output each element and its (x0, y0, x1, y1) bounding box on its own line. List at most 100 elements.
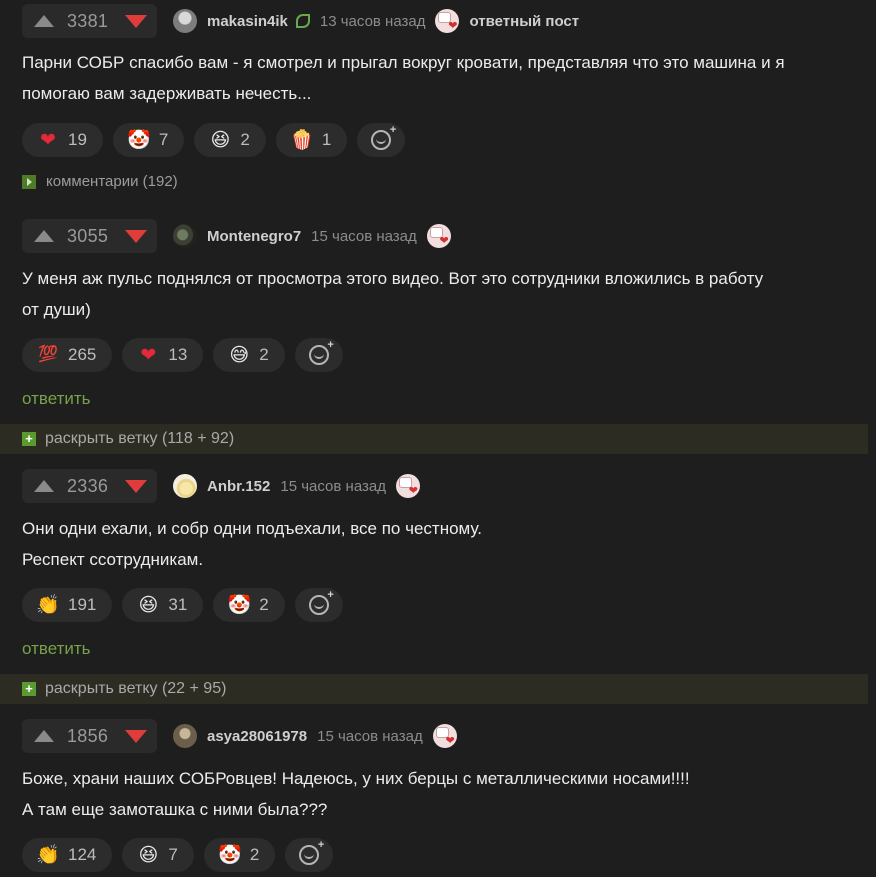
upvote-icon[interactable] (34, 730, 54, 742)
laughing-icon: 😆 (138, 594, 159, 616)
downvote-icon[interactable] (125, 229, 147, 243)
comment-text: Парни СОБР спасибо вам - я смотрел и пры… (22, 47, 852, 109)
reaction-clown[interactable]: 🤡 7 (112, 123, 185, 157)
reaction-laughing[interactable]: 😆 2 (194, 123, 266, 157)
timestamp: 15 часов назад (317, 727, 423, 745)
add-emoji-icon: + (299, 839, 324, 865)
upvote-icon[interactable] (34, 480, 54, 492)
heart-icon: ❤ (140, 344, 157, 366)
expand-branch-label: раскрыть ветку (118 + 92) (45, 430, 235, 447)
add-reaction-button[interactable]: + (285, 838, 334, 872)
timestamp: 15 часов назад (280, 477, 386, 495)
reaction-count: 265 (68, 345, 97, 364)
award-badge-icon[interactable]: ❤ (426, 224, 451, 248)
hundred-icon: 💯 (38, 346, 58, 363)
heart-icon: ❤ (40, 129, 56, 151)
comment-header: 2336 Anbr.152 15 часов назад ❤ (22, 469, 420, 503)
plus-icon: + (22, 432, 36, 446)
award-badge-icon[interactable]: ❤ (435, 9, 460, 33)
avatar[interactable] (173, 724, 197, 748)
reaction-count: 2 (259, 595, 269, 614)
comment-text-line: помогаю вам задерживать нечесть... (22, 84, 312, 103)
downvote-icon[interactable] (125, 729, 147, 743)
reaction-clapping[interactable]: 👏 124 (22, 838, 113, 872)
expand-icon (22, 174, 36, 189)
score: 1856 (67, 725, 109, 746)
popcorn-icon: 🍿 (290, 129, 314, 151)
clapping-icon: 👏 (36, 594, 60, 616)
expand-branch-button[interactable]: + раскрыть ветку (118 + 92) (0, 424, 868, 454)
clown-icon: 🤡 (127, 129, 151, 151)
plus-icon: + (22, 682, 36, 696)
reaction-count: 7 (158, 130, 169, 149)
reaction-count: 1 (321, 130, 332, 149)
reaction-hundred[interactable]: 💯 265 (22, 338, 113, 372)
downvote-icon[interactable] (125, 14, 147, 28)
reaction-popcorn[interactable]: 🍿 1 (275, 123, 348, 157)
score: 3381 (67, 10, 109, 31)
comment-text-line: А там еще замоташка с ними была??? (22, 800, 328, 819)
reaction-bar: ❤ 19 🤡 7 😆 2 🍿 1 + (22, 123, 406, 157)
reply-link[interactable]: ответить (22, 389, 91, 409)
score: 3055 (67, 225, 109, 246)
add-emoji-icon: + (371, 124, 396, 150)
avatar[interactable] (173, 9, 197, 33)
username[interactable]: Montenegro7 (207, 228, 301, 245)
leaf-icon (295, 14, 310, 28)
award-badge-icon[interactable]: ❤ (432, 724, 457, 748)
award-badge-icon[interactable]: ❤ (395, 474, 420, 498)
reaction-count: 19 (68, 130, 87, 149)
reaction-count: 31 (168, 595, 188, 614)
expand-branch-button[interactable]: + раскрыть ветку (22 + 95) (0, 674, 868, 704)
reaction-heart[interactable]: ❤ 13 (122, 338, 204, 372)
vote-box: 3055 (22, 219, 157, 253)
reaction-count: 13 (168, 345, 188, 364)
username[interactable]: makasin4ik (207, 13, 288, 30)
upvote-icon[interactable] (34, 15, 54, 27)
add-reaction-button[interactable]: + (294, 588, 343, 622)
reaction-clown[interactable]: 🤡 2 (213, 588, 285, 622)
reply-post-label[interactable]: ответный пост (469, 13, 579, 30)
vote-box: 1856 (22, 719, 157, 753)
clown-icon: 🤡 (227, 594, 252, 616)
username[interactable]: Anbr.152 (207, 478, 270, 495)
vote-box: 3381 (22, 4, 157, 38)
comment-text: У меня аж пульс поднялся от просмотра эт… (22, 263, 852, 325)
expand-branch-label: раскрыть ветку (22 + 95) (45, 680, 227, 697)
reaction-clapping[interactable]: 👏 191 (22, 588, 113, 622)
avatar[interactable] (173, 474, 197, 498)
comment-header: 3055 Montenegro7 15 часов назад ❤ (22, 219, 451, 253)
reaction-count: 7 (168, 845, 178, 864)
reply-link[interactable]: ответить (22, 639, 91, 659)
comment-text-line: от души) (22, 300, 91, 319)
comment-text-line: Они одни ехали, и собр одни подъехали, в… (22, 519, 482, 538)
add-emoji-icon: + (308, 339, 334, 365)
reaction-bar: 💯 265 ❤ 13 😅 2 + (22, 338, 343, 372)
clown-icon: 🤡 (218, 844, 242, 866)
score: 2336 (67, 475, 109, 496)
comment-text: Боже, храни наших СОБРовцев! Надеюсь, у … (22, 763, 852, 825)
reaction-laughing[interactable]: 😆 31 (122, 588, 204, 622)
comments-link[interactable]: комментарии (192) (22, 173, 178, 190)
comment-header: 3381 makasin4ik 13 часов назад ❤ ответны… (22, 4, 579, 38)
comments-count-label: комментарии (192) (46, 173, 178, 190)
add-reaction-button[interactable]: + (357, 123, 406, 157)
clapping-icon: 👏 (36, 844, 60, 866)
comment-text-line: Парни СОБР спасибо вам - я смотрел и пры… (22, 53, 785, 72)
reaction-laughing[interactable]: 😆 7 (122, 838, 194, 872)
reaction-clown[interactable]: 🤡 2 (203, 838, 276, 872)
reaction-count: 124 (68, 845, 97, 864)
comment-text-line: У меня аж пульс поднялся от просмотра эт… (22, 269, 764, 288)
reaction-count: 2 (249, 845, 260, 864)
reaction-count: 191 (68, 595, 97, 614)
reaction-sweat-smile[interactable]: 😅 2 (213, 338, 285, 372)
laughing-icon: 😆 (210, 129, 231, 151)
avatar[interactable] (173, 224, 197, 248)
downvote-icon[interactable] (125, 479, 147, 493)
reaction-heart[interactable]: ❤ 19 (22, 123, 103, 157)
add-reaction-button[interactable]: + (294, 338, 343, 372)
username[interactable]: asya28061978 (207, 728, 307, 745)
upvote-icon[interactable] (34, 230, 54, 242)
add-emoji-icon: + (308, 589, 334, 615)
timestamp: 15 часов назад (311, 227, 417, 245)
